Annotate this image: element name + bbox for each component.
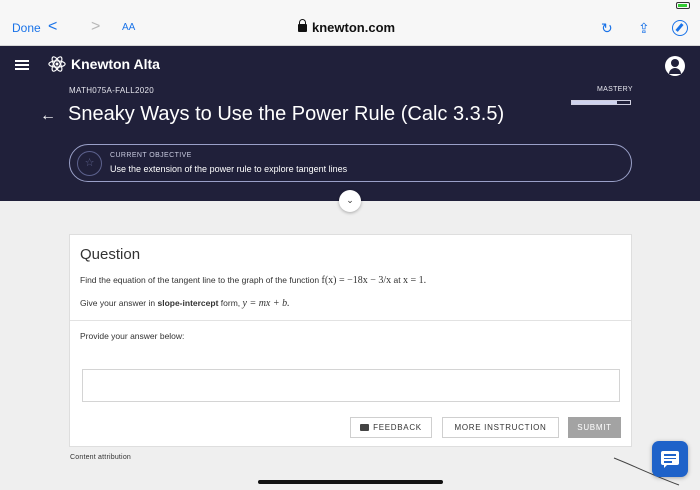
text-size-button[interactable]: AA <box>122 22 135 33</box>
answer-instruction: Provide your answer below: <box>80 331 185 341</box>
status-bar <box>0 0 700 12</box>
mastery-label: MASTERY <box>597 86 633 93</box>
question-card: Question Find the equation of the tangen… <box>69 234 632 447</box>
hamburger-icon[interactable] <box>15 60 29 70</box>
brand[interactable]: Knewton Alta <box>48 55 160 73</box>
compass-icon[interactable] <box>672 20 688 36</box>
mastery-progress-fill <box>572 101 618 104</box>
address-bar[interactable]: knewton.com <box>298 19 396 35</box>
feedback-icon <box>360 424 370 431</box>
reload-icon[interactable]: ↻ <box>601 20 613 37</box>
chevron-down-icon[interactable]: ⌄ <box>339 190 361 212</box>
feedback-label: FEEDBACK <box>373 423 422 432</box>
home-indicator[interactable] <box>258 480 443 484</box>
course-code: MATH075A-FALL2020 <box>69 86 154 95</box>
current-objective: ☆ CURRENT OBJECTIVE Use the extension of… <box>69 144 632 182</box>
submit-button[interactable]: SUBMIT <box>568 417 621 438</box>
more-instruction-button[interactable]: MORE INSTRUCTION <box>442 417 559 438</box>
objective-label: CURRENT OBJECTIVE <box>110 152 192 159</box>
battery-icon <box>676 2 690 9</box>
forward-button[interactable]: > <box>91 18 100 36</box>
page-title: Sneaky Ways to Use the Power Rule (Calc … <box>68 103 505 125</box>
form-text-after: form, <box>218 298 243 308</box>
brand-name: Knewton Alta <box>71 56 160 72</box>
back-button[interactable]: < <box>48 18 57 36</box>
chat-bubble-icon <box>661 451 679 468</box>
question-prompt: Find the equation of the tangent line to… <box>80 275 426 286</box>
question-heading: Question <box>80 246 141 263</box>
objective-text: Use the extension of the power rule to e… <box>110 164 348 174</box>
lock-icon <box>298 19 307 32</box>
url-text: knewton.com <box>312 20 396 35</box>
form-emphasis: slope-intercept <box>157 298 219 308</box>
star-icon: ☆ <box>77 151 102 176</box>
form-text: Give your answer in <box>80 298 158 308</box>
back-arrow-button[interactable]: ← <box>40 107 56 125</box>
account-icon[interactable] <box>665 56 685 76</box>
point-expression: x = 1. <box>402 275 427 286</box>
atom-logo-icon <box>48 56 66 72</box>
prompt-text: Find the equation of the tangent line to… <box>80 275 322 285</box>
mastery-progress-bar <box>571 100 631 105</box>
form-expression: y = mx + b. <box>242 298 290 309</box>
prompt-at: at <box>391 275 403 285</box>
divider <box>70 320 631 321</box>
share-icon[interactable]: ⇪ <box>638 20 650 37</box>
function-expression: f(x) = −18x − 3/x <box>321 275 392 286</box>
content-attribution-link[interactable]: Content attribution <box>70 454 131 461</box>
feedback-button[interactable]: FEEDBACK <box>350 417 432 438</box>
chat-icon[interactable] <box>652 441 688 477</box>
answer-format: Give your answer in slope-intercept form… <box>80 298 290 309</box>
safari-toolbar: Done < > AA knewton.com ↻ ⇪ <box>0 12 700 46</box>
done-button[interactable]: Done <box>12 21 41 35</box>
answer-input[interactable] <box>82 369 620 402</box>
lesson-header: Knewton Alta MATH075A-FALL2020 MASTERY ←… <box>0 46 700 201</box>
